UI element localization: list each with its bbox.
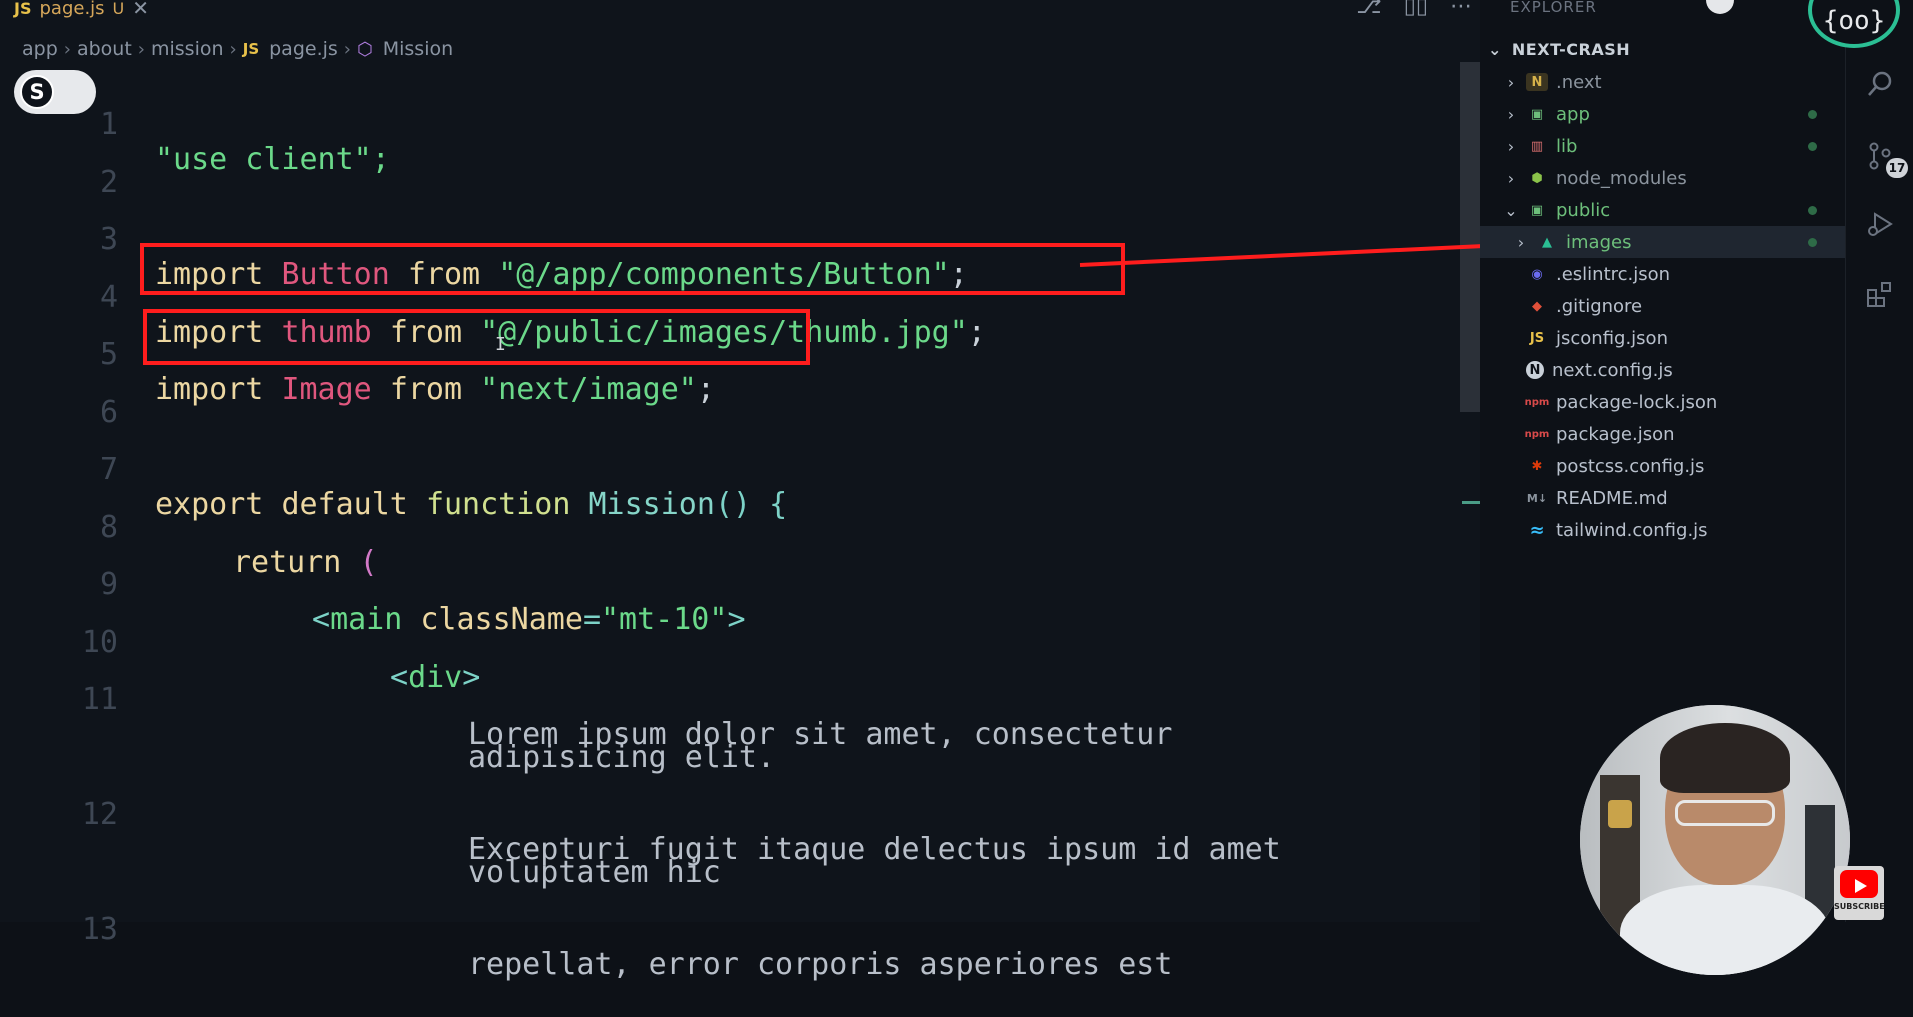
folder-lib-icon: ▥ xyxy=(1530,138,1544,154)
tree-item-public-folder[interactable]: ⌄ ▣ public xyxy=(1480,194,1845,226)
tree-item-postcss-config[interactable]: ✱ postcss.config.js xyxy=(1480,450,1845,482)
npm-icon: npm xyxy=(1524,396,1550,408)
tree-item-label: app xyxy=(1556,103,1590,125)
play-icon xyxy=(1855,879,1867,893)
subscribe-label: SUBSCRIBE xyxy=(1834,902,1885,911)
nextjs-icon: N xyxy=(1526,361,1544,379)
project-name: NEXT-CRASH xyxy=(1511,40,1631,59)
activity-bar: 17 xyxy=(1845,0,1913,922)
tree-item-label: .eslintrc.json xyxy=(1556,263,1671,285)
tree-item-label: jsconfig.json xyxy=(1556,327,1668,349)
tree-item-tailwind-config[interactable]: ≈ tailwind.config.js xyxy=(1480,514,1845,546)
youtube-icon xyxy=(1840,870,1878,898)
tree-item-label: package.json xyxy=(1556,423,1675,445)
tree-item-jsconfig[interactable]: JS jsconfig.json xyxy=(1480,322,1845,354)
subscribe-badge[interactable]: SUBSCRIBE xyxy=(1834,866,1885,920)
tree-item-label: README.md xyxy=(1556,487,1668,509)
eslint-icon: ◉ xyxy=(1531,266,1543,282)
folder-public-icon: ▣ xyxy=(1530,202,1544,218)
postcss-icon: ✱ xyxy=(1531,458,1543,474)
npm-icon: npm xyxy=(1524,428,1550,440)
presenter-body xyxy=(1620,885,1830,975)
tree-item-label: package-lock.json xyxy=(1556,391,1718,413)
tree-item-label: node_modules xyxy=(1556,167,1687,189)
arrow-line xyxy=(1079,243,1506,267)
search-icon[interactable] xyxy=(1864,68,1896,100)
tree-item-label: .gitignore xyxy=(1556,295,1643,317)
chevron-down-icon: ⌄ xyxy=(1488,40,1502,59)
markdown-icon: M↓ xyxy=(1526,491,1548,505)
presenter-glasses xyxy=(1675,800,1775,826)
project-root[interactable]: ⌄ NEXT-CRASH xyxy=(1488,40,1630,59)
chevron-right-icon: › xyxy=(1507,136,1515,156)
tree-item-package-lock[interactable]: npm package-lock.json xyxy=(1480,386,1845,418)
tree-item-label: postcss.config.js xyxy=(1556,455,1705,477)
js-config-icon: JS xyxy=(1529,330,1545,346)
chevron-right-icon: › xyxy=(1507,168,1515,188)
tree-item-label: tailwind.config.js xyxy=(1556,519,1708,541)
tree-item-readme[interactable]: M↓ README.md xyxy=(1480,482,1845,514)
tree-item-label: images xyxy=(1566,231,1632,253)
explorer-title: EXPLORER xyxy=(1510,0,1597,16)
tree-item-label: .next xyxy=(1556,71,1602,93)
code-text: repellat, error corporis asperiores est xyxy=(468,947,1173,982)
tree-item-node-modules-folder[interactable]: › ⬢ node_modules xyxy=(1480,162,1845,194)
webcam-trophy xyxy=(1608,800,1632,828)
tree-item-app-folder[interactable]: › ▣ app xyxy=(1480,98,1845,130)
tree-item-label: lib xyxy=(1556,135,1578,157)
git-icon: ◆ xyxy=(1532,298,1542,314)
chevron-right-icon: › xyxy=(1507,72,1515,92)
folder-next-icon: N xyxy=(1526,73,1548,91)
tree-item-package-json[interactable]: npm package.json xyxy=(1480,418,1845,450)
chevron-down-icon: ⌄ xyxy=(1504,200,1518,220)
chevron-right-icon: › xyxy=(1507,104,1515,124)
git-status-dot xyxy=(1808,141,1817,151)
tree-item-lib-folder[interactable]: › ▥ lib xyxy=(1480,130,1845,162)
folder-node-icon: ⬢ xyxy=(1531,170,1543,186)
folder-images-icon: ▲ xyxy=(1542,234,1552,250)
run-debug-icon[interactable] xyxy=(1864,208,1896,240)
tree-item-gitignore[interactable]: ◆ .gitignore xyxy=(1480,290,1845,322)
tree-item-label: next.config.js xyxy=(1552,359,1673,381)
tailwind-icon: ≈ xyxy=(1529,519,1545,541)
extensions-icon[interactable] xyxy=(1864,278,1896,310)
tree-item-images-folder[interactable]: › ▲ images xyxy=(1480,226,1845,258)
folder-app-icon: ▣ xyxy=(1530,106,1544,122)
webcam-overlay xyxy=(1580,705,1850,975)
presenter-hair xyxy=(1660,723,1790,793)
tree-item-label: public xyxy=(1556,199,1611,221)
tree-item-next-config[interactable]: N next.config.js xyxy=(1480,354,1845,386)
tree-item-next-folder[interactable]: › N .next xyxy=(1480,66,1845,98)
git-status-dot xyxy=(1808,237,1817,247)
tree-item-eslintrc[interactable]: ◉ .eslintrc.json xyxy=(1480,258,1845,290)
scm-count-badge: 17 xyxy=(1886,158,1908,178)
git-status-dot xyxy=(1808,205,1817,215)
chevron-right-icon: › xyxy=(1517,232,1525,252)
git-status-dot xyxy=(1808,109,1817,119)
